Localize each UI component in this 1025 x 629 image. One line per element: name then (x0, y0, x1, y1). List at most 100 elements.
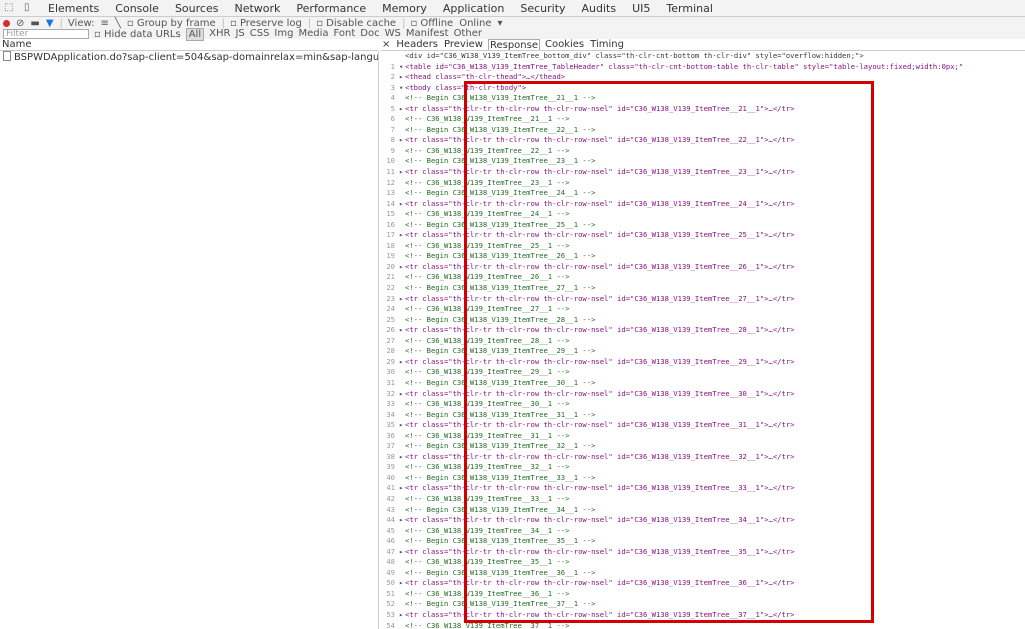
line-number: 47 (386, 546, 395, 556)
network-toolbar: ⊘ ▬ ▼ | View: ≡ ╲ ▫ Group by frame | ▫ P… (0, 17, 1025, 29)
line-number: 39 (386, 462, 395, 472)
line-number: 46 (386, 536, 395, 546)
line-number: 43 (386, 504, 395, 514)
clear-icon[interactable]: ⊘ (16, 18, 24, 29)
code-text: <table id="C36_W138_V139_ItemTree_TableH… (405, 61, 964, 71)
line-number: 18 (386, 240, 395, 250)
line-number: 38 (386, 451, 395, 461)
line-number: 22 (386, 283, 395, 293)
tab-elements[interactable]: Elements (48, 2, 99, 15)
code-text: <thead class="th-clr-thead">…</thead> (405, 72, 566, 82)
line-number: 33 (386, 399, 395, 409)
tab-application[interactable]: Application (443, 2, 504, 15)
detail-tab-preview[interactable]: Preview (443, 39, 484, 50)
detail-tab-cookies[interactable]: Cookies (544, 39, 585, 50)
line-number: 27 (386, 335, 395, 345)
line-number: 25 (386, 314, 395, 324)
line-number: 42 (386, 493, 395, 503)
tab-security[interactable]: Security (520, 2, 565, 15)
line-number: 13 (386, 188, 395, 198)
line-number: 3 (390, 82, 395, 92)
line-number: 40 (386, 472, 395, 482)
line-number: 30 (386, 367, 395, 377)
line-number: 34 (386, 409, 395, 419)
line-number: 2 (390, 72, 395, 82)
hide-data-urls-label: Hide data URLs (103, 28, 181, 40)
line-number: 50 (386, 578, 395, 588)
line-number: 26 (386, 325, 395, 335)
request-list: BSPWDApplication.do?sap-client=504&sap-d… (0, 51, 379, 629)
large-rows-icon[interactable]: ≡ (100, 18, 108, 29)
line-number: 44 (386, 515, 395, 525)
line-number: 23 (386, 293, 395, 303)
tab-performance[interactable]: Performance (296, 2, 366, 15)
line-number: 28 (386, 346, 395, 356)
line-number: 41 (386, 483, 395, 493)
line-number: 31 (386, 377, 395, 387)
separator: | (59, 17, 63, 29)
line-number: 11 (386, 167, 395, 177)
waterfall-icon[interactable]: ╲ (115, 18, 121, 29)
tab-memory[interactable]: Memory (382, 2, 427, 15)
line-number: 19 (386, 251, 395, 261)
inspect-element-icon[interactable]: ⬚ (4, 3, 14, 13)
tab-terminal[interactable]: Terminal (666, 2, 713, 15)
hide-data-urls-checkbox[interactable]: ▫ Hide data URLs (94, 29, 181, 40)
line-number: 7 (390, 124, 395, 134)
detail-tab-response[interactable]: Response (487, 39, 540, 51)
tab-audits[interactable]: Audits (582, 2, 617, 15)
request-name: BSPWDApplication.do?sap-client=504&sap-d… (14, 52, 378, 63)
filter-icon[interactable]: ▼ (46, 18, 54, 29)
tab-console[interactable]: Console (115, 2, 159, 15)
detail-tab-timing[interactable]: Timing (589, 39, 625, 50)
line-number: 12 (386, 177, 395, 187)
filter-input[interactable]: Filter (3, 29, 89, 39)
line-number: 5 (390, 103, 395, 113)
screenshot-icon[interactable]: ▬ (30, 18, 39, 29)
name-column-header[interactable]: Name (0, 39, 378, 51)
line-number: 35 (386, 420, 395, 430)
device-toolbar-icon[interactable]: ▯ (24, 3, 34, 13)
line-number: 15 (386, 209, 395, 219)
detail-tab-headers[interactable]: Headers (395, 39, 439, 50)
line-number: 54 (386, 620, 395, 629)
view-label: View: (67, 17, 95, 29)
request-row[interactable]: BSPWDApplication.do?sap-client=504&sap-d… (0, 51, 378, 63)
line-number: 4 (390, 93, 395, 103)
line-number: 10 (386, 156, 395, 166)
line-number: 45 (386, 525, 395, 535)
line-number: 29 (386, 356, 395, 366)
line-number: 20 (386, 261, 395, 271)
detail-tabs: × Headers Preview Response Cookies Timing (381, 39, 1025, 51)
filter-bar: Filter ▫ Hide data URLs All XHR JS CSS Img Me… (0, 27, 1025, 41)
tab-ui5[interactable]: UI5 (632, 2, 650, 15)
line-number: 37 (386, 441, 395, 451)
close-detail-icon[interactable]: × (381, 39, 391, 50)
record-icon[interactable] (3, 19, 10, 27)
chevron-down-icon[interactable]: ▾ (497, 18, 502, 29)
line-number: 16 (386, 219, 395, 229)
tab-network[interactable]: Network (234, 2, 280, 15)
line-number: 17 (386, 230, 395, 240)
code-text: <div id="C36_W138_V139_ItemTree_bottom_d… (405, 51, 864, 60)
highlight-box (464, 81, 874, 623)
line-number: 24 (386, 304, 395, 314)
devtools-main-toolbar: ⬚ ▯ Elements Console Sources Network Perform… (0, 0, 1025, 17)
line-number: 48 (386, 557, 395, 567)
code-line: <div id="C36_W138_V139_ItemTree_bottom_d… (381, 51, 1025, 62)
line-number: 9 (390, 145, 395, 155)
line-number: 14 (386, 198, 395, 208)
detail-tab-list: Headers Preview Response Cookies Timing (395, 39, 629, 51)
line-number: 36 (386, 430, 395, 440)
line-number: 1 (390, 61, 395, 71)
main-tabs: Elements Console Sources Network Performance… (40, 2, 721, 15)
line-number: 6 (390, 114, 395, 124)
line-number: 32 (386, 388, 395, 398)
code-line: 1 ▾ <table id="C36_W138_V139_ItemTree_Tabl… (381, 62, 1025, 73)
line-number: 51 (386, 588, 395, 598)
line-number: 49 (386, 567, 395, 577)
line-number: 8 (390, 135, 395, 145)
file-icon (3, 51, 11, 61)
line-number: 53 (386, 609, 395, 619)
tab-sources[interactable]: Sources (175, 2, 219, 15)
